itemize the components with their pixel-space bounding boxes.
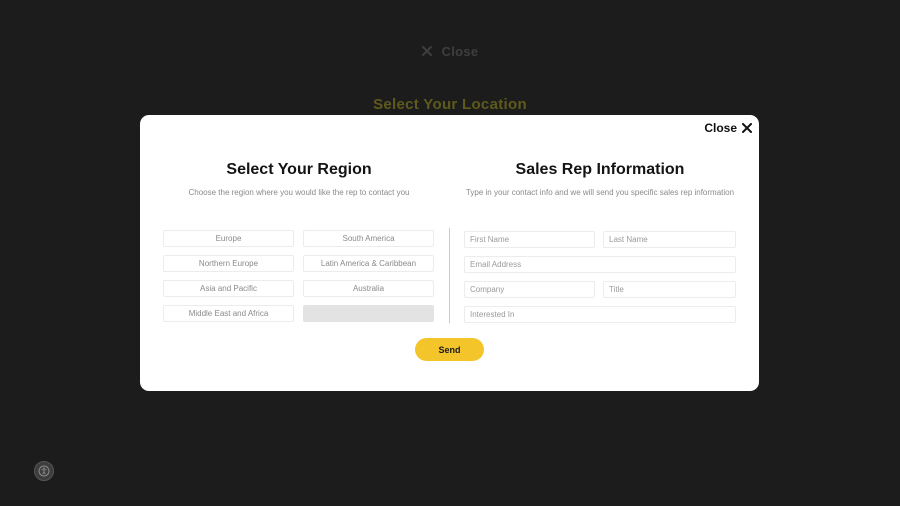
sales-rep-modal: Close Select Your Region Choose the regi… xyxy=(140,115,759,391)
sales-rep-subtitle: Type in your contact info and we will se… xyxy=(465,188,735,197)
company-field[interactable]: Company xyxy=(464,281,595,298)
column-divider xyxy=(449,228,450,323)
background-page-title: Select Your Location xyxy=(373,96,527,113)
close-icon xyxy=(421,46,432,56)
region-option-middle-east-africa[interactable]: Middle East and Africa xyxy=(163,305,294,322)
accessibility-button[interactable] xyxy=(34,461,54,481)
modal-close-label: Close xyxy=(704,121,737,135)
modal-close-button[interactable]: Close xyxy=(704,121,752,135)
interested-in-field[interactable]: Interested In xyxy=(464,306,736,323)
region-title: Select Your Region xyxy=(226,161,372,178)
region-option-europe[interactable]: Europe xyxy=(163,230,294,247)
region-option-latin-america[interactable]: Latin America & Caribbean xyxy=(303,255,434,272)
region-option-northern-europe[interactable]: Northern Europe xyxy=(163,255,294,272)
send-button[interactable]: Send xyxy=(415,338,484,361)
background-close-button[interactable]: Close xyxy=(0,41,900,61)
background-close-label: Close xyxy=(441,43,479,59)
first-name-field[interactable]: First Name xyxy=(464,231,595,248)
last-name-field[interactable]: Last Name xyxy=(603,231,736,248)
region-option-australia[interactable]: Australia xyxy=(303,280,434,297)
region-option-empty xyxy=(303,305,434,322)
accessibility-icon xyxy=(38,465,50,477)
close-icon xyxy=(742,123,752,133)
sales-rep-title: Sales Rep Information xyxy=(515,161,685,178)
title-field[interactable]: Title xyxy=(603,281,736,298)
region-option-south-america[interactable]: South America xyxy=(303,230,434,247)
region-option-asia-pacific[interactable]: Asia and Pacific xyxy=(163,280,294,297)
region-subtitle: Choose the region where you would like t… xyxy=(188,188,410,197)
email-field[interactable]: Email Address xyxy=(464,256,736,273)
